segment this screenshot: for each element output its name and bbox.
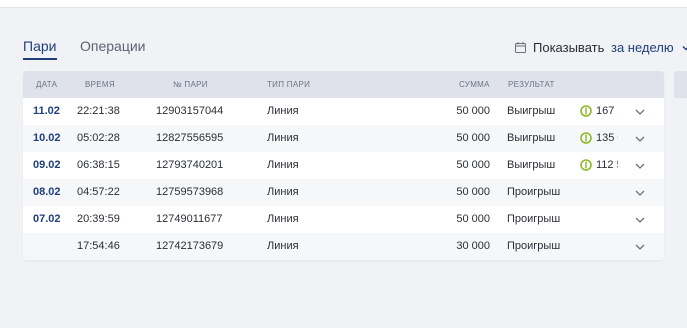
row-result: Проигрыш [507, 213, 561, 225]
row-amount: 50 000 [456, 186, 490, 198]
table-header: ДАТА ВРЕМЯ № ПАРИ ТИП ПАРИ СУММА РЕЗУЛЬТ… [23, 71, 664, 98]
header-bet-type: ТИП ПАРИ [267, 80, 311, 89]
row-amount: 50 000 [456, 159, 490, 171]
table-row[interactable]: 07.02 20:39:59 12749011677 Линия 50 000 Проиг… [23, 206, 664, 233]
coin-icon [580, 159, 592, 171]
chevron-down-icon[interactable] [634, 187, 646, 199]
chevron-down-icon[interactable] [634, 214, 646, 226]
header-result: РЕЗУЛЬТАТ [508, 80, 555, 89]
header-time: ВРЕМЯ [85, 80, 115, 89]
tab-active-underline [23, 58, 57, 60]
row-amount: 30 000 [456, 240, 490, 252]
table-row[interactable]: 11.02 22:21:38 12903157044 Линия 50 000 Выигр… [23, 98, 664, 125]
row-date: 10.02 [33, 132, 61, 144]
row-bet-type: Линия [267, 240, 299, 252]
coin-icon [580, 132, 592, 144]
row-result: Выигрыш [507, 105, 556, 117]
chevron-down-icon[interactable] [634, 106, 646, 118]
row-date: 09.02 [33, 159, 61, 171]
row-bet-type: Линия [267, 105, 299, 117]
chevron-down-icon[interactable] [634, 160, 646, 172]
chevron-down-icon[interactable] [634, 241, 646, 253]
row-win-amount: 167 5 [596, 105, 618, 117]
table-row[interactable]: 10.02 05:02:28 12827556595 Линия 50 000 Выигр… [23, 125, 664, 152]
row-time: 06:38:15 [77, 159, 120, 171]
chevron-down-icon[interactable] [681, 43, 687, 53]
table-row[interactable]: 09.02 06:38:15 12793740201 Линия 50 000 Выигр… [23, 152, 664, 179]
period-label: Показывать [533, 40, 605, 55]
row-bet-no: 12759573968 [156, 186, 224, 198]
row-amount: 50 000 [456, 213, 490, 225]
row-bet-no: 12749011677 [156, 213, 223, 225]
row-result: Выигрыш [507, 132, 556, 144]
row-bet-no: 12827556595 [156, 132, 224, 144]
row-win-amount: 112 5 [596, 159, 618, 171]
period-select[interactable]: за неделю [611, 40, 674, 55]
row-bet-no: 12793740201 [156, 159, 224, 171]
row-date: 11.02 [33, 105, 60, 117]
row-time: 04:57:22 [77, 186, 120, 198]
tab-bets-label: Пари [23, 38, 57, 54]
row-date: 08.02 [33, 186, 61, 198]
row-amount: 50 000 [456, 105, 490, 117]
row-result: Проигрыш [507, 186, 561, 198]
row-result: Выигрыш [507, 159, 556, 171]
row-date: 07.02 [33, 213, 61, 225]
row-result: Проигрыш [507, 240, 561, 252]
row-bet-no: 12742173679 [156, 240, 224, 252]
row-bet-type: Линия [267, 159, 299, 171]
row-amount: 50 000 [456, 132, 490, 144]
row-time: 22:21:38 [77, 105, 120, 117]
header-bet-no: № ПАРИ [173, 80, 208, 89]
bets-table: ДАТА ВРЕМЯ № ПАРИ ТИП ПАРИ СУММА РЕЗУЛЬТ… [23, 71, 664, 260]
side-panel-edge [674, 71, 687, 98]
header-amount: СУММА [459, 80, 490, 89]
row-time: 05:02:28 [77, 132, 120, 144]
row-win-amount: 135 0 [596, 132, 618, 144]
table-row[interactable]: 08.02 04:57:22 12759573968 Линия 50 000 Проиг… [23, 179, 664, 206]
header-date: ДАТА [36, 80, 58, 89]
row-bet-type: Линия [267, 186, 299, 198]
row-time: 20:39:59 [77, 213, 120, 225]
row-bet-type: Линия [267, 132, 299, 144]
top-panel [0, 0, 687, 8]
table-row[interactable]: 17:54:46 12742173679 Линия 30 000 Проигрыш [23, 233, 664, 260]
row-bet-type: Линия [267, 213, 299, 225]
row-bet-no: 12903157044 [156, 105, 224, 117]
tab-operations-label: Операции [80, 38, 146, 54]
calendar-icon [515, 42, 526, 53]
row-time: 17:54:46 [77, 240, 120, 252]
tab-operations[interactable]: Операции [80, 37, 146, 55]
chevron-down-icon[interactable] [634, 133, 646, 145]
coin-icon [580, 105, 592, 117]
tab-bets[interactable]: Пари [23, 37, 57, 60]
